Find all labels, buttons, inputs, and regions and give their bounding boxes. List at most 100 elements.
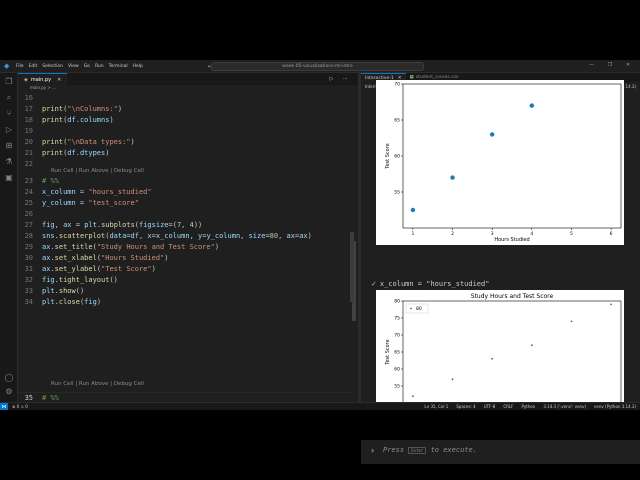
enter-key-badge: Enter	[408, 447, 427, 454]
window-controls-icon[interactable]: — ❐ ✕	[589, 62, 636, 68]
y-tick-label: 60	[394, 367, 400, 373]
source-control-icon[interactable]: ⑂	[4, 109, 14, 119]
status-item-4[interactable]: Python	[521, 404, 535, 409]
line-number: 27	[24, 221, 33, 229]
y-axis-label: Test Score	[385, 143, 391, 169]
cell-header[interactable]: ✓ x_column = "hours_studied"	[371, 280, 489, 288]
activity-bar: ❐ ⌕ ⑂ ▷ ⊞ ⚗ ▣ ◯ ⚙	[0, 73, 18, 402]
codelens-run-cell[interactable]: Run Cell | Run Above | Debug Cell	[51, 166, 144, 176]
status-item-5[interactable]: 3.14.3 ('.venv': venv)	[543, 404, 586, 409]
code-line-16[interactable]: 16	[18, 93, 348, 104]
gear-icon[interactable]: ⚙	[4, 387, 14, 397]
input-hint-after: to execute.	[430, 446, 477, 454]
editor-scrollbar[interactable]	[350, 232, 354, 302]
code-line-33[interactable]: 33 plt.show()	[18, 286, 348, 297]
code-line-25[interactable]: 25 y_column = "test_score"	[18, 198, 348, 209]
line-number: 16	[24, 94, 33, 102]
line-number: 22	[24, 160, 33, 168]
menu-help[interactable]: Help	[133, 64, 143, 69]
menu-go[interactable]: Go	[84, 64, 90, 69]
menu-terminal[interactable]: Terminal	[109, 64, 128, 69]
plot-frame	[402, 300, 622, 404]
python-file-icon: ◈	[24, 76, 28, 83]
code-text: plt.show()	[42, 287, 85, 295]
code-line-24[interactable]: 24 x_column = "hours_studied"	[18, 187, 348, 198]
code-text: ax.set_xlabel("Hours Studied")	[42, 254, 169, 262]
code-editor[interactable]: 16 17 print("\nColumns:") 18 print(df.column…	[18, 91, 358, 410]
y-tick-label: 55	[394, 190, 400, 196]
data-point	[610, 303, 612, 306]
code-line-21[interactable]: 21 print(df.dtypes)	[18, 148, 348, 159]
line-number: 19	[24, 127, 33, 135]
status-item-0[interactable]: Ln 35, Col 1	[424, 404, 448, 409]
code-line-26[interactable]: 26	[18, 209, 348, 220]
codelens-run-cell[interactable]: Run Cell | Run Above | Debug Cell	[51, 379, 144, 389]
remote-explorer-icon[interactable]: ▣	[4, 173, 14, 183]
line-number: 17	[24, 105, 33, 113]
code-text: fig.tight_layout()	[42, 276, 118, 284]
code-line-32[interactable]: 32 fig.tight_layout()	[18, 275, 348, 286]
interactive-window: Interactive-1 ✕ ▦ student_scores.csv Int…	[361, 73, 640, 410]
account-icon[interactable]: ◯	[4, 373, 14, 383]
remote-indicator-icon[interactable]: ⋈	[0, 402, 8, 410]
menu-run[interactable]: Run	[95, 64, 104, 69]
tab-label: main.py	[30, 76, 52, 83]
code-line-34[interactable]: 34 plt.close(fig)	[18, 297, 348, 308]
chevron-right-icon: ›	[371, 446, 375, 455]
status-item-6[interactable]: venv (Python 3.14.3)	[594, 404, 636, 409]
errors-icon[interactable]: ⊗ 0 ⚠ 0	[12, 404, 28, 409]
code-line-18[interactable]: 18 print(df.columns)	[18, 115, 348, 126]
title-bar: ◆ File Edit Selection View Go Run Terminal Help…	[0, 60, 640, 73]
close-icon[interactable]: ✕	[57, 77, 61, 83]
code-line-17[interactable]: 17 print("\nColumns:")	[18, 104, 348, 115]
code-line-31[interactable]: 31 ax.set_ylabel("Test Score")	[18, 264, 348, 275]
menu-view[interactable]: View	[68, 64, 79, 69]
line-number: 26	[24, 210, 33, 218]
cell-header-code: x_column = "hours_studied"	[379, 280, 490, 288]
testing-icon[interactable]: ⚗	[4, 157, 14, 167]
editor-actions-icon[interactable]: ▷ ⋯	[330, 76, 352, 82]
code-line-29[interactable]: 29 ax.set_title("Study Hours and Test Sco…	[18, 242, 348, 253]
data-point	[451, 378, 454, 381]
status-item-2[interactable]: UTF-8	[484, 404, 496, 409]
run-debug-icon[interactable]: ▷	[4, 125, 14, 135]
status-item-3[interactable]: CRLF	[503, 404, 513, 409]
command-center-search[interactable]: week-05-visualizations-ml-intro	[211, 62, 424, 71]
code-line-28[interactable]: 28 sns.scatterplot(data=df, x=x_column, y…	[18, 231, 348, 242]
code-text: plt.close(fig)	[42, 298, 102, 306]
y-tick-label: 60	[394, 154, 400, 160]
menu-selection[interactable]: Selection	[42, 64, 63, 69]
data-point	[450, 175, 455, 180]
code-line-19[interactable]: 19	[18, 126, 348, 137]
search-icon[interactable]: ⌕	[4, 93, 14, 103]
code-line-23[interactable]: 23 # %%	[18, 176, 348, 187]
code-text: sns.scatterplot(data=df, x=x_column, y=y…	[42, 232, 312, 240]
data-point	[570, 320, 573, 323]
y-tick-label: 80	[394, 299, 400, 305]
line-number: 24	[24, 188, 33, 196]
extensions-icon[interactable]: ⊞	[4, 141, 14, 151]
code-line-20[interactable]: 20 print("\nData types:")	[18, 137, 348, 148]
explorer-icon[interactable]: ❐	[4, 77, 14, 87]
menu-edit[interactable]: Edit	[29, 64, 38, 69]
code-text: x_column = "hours_studied"	[42, 188, 152, 196]
code-text: # %%	[42, 394, 59, 402]
code-text: fig, ax = plt.subplots(figsize=(7, 4))	[42, 221, 203, 229]
plot-frame	[402, 83, 622, 229]
data-point	[491, 357, 494, 360]
menu-file[interactable]: File	[16, 64, 24, 69]
y-tick-label: 65	[394, 350, 400, 356]
vscode-logo-icon: ◆	[4, 61, 10, 70]
check-icon: ✓	[371, 280, 377, 288]
code-text: ax.set_ylabel("Test Score")	[42, 265, 156, 273]
code-line-30[interactable]: 30 ax.set_xlabel("Hours Studied")	[18, 253, 348, 264]
editor-group: ◈ main.py ✕ ▷ ⋯ main.py > ... 16 17 print(…	[18, 73, 358, 410]
interactive-input[interactable]: › Press Enter to execute.	[361, 440, 640, 464]
status-item-1[interactable]: Spaces: 4	[456, 404, 475, 409]
chart-title: Study Hours and Test Score	[471, 293, 554, 300]
code-line-27[interactable]: 27 fig, ax = plt.subplots(figsize=(7, 4))	[18, 220, 348, 231]
line-number: 21	[24, 149, 33, 157]
code-text: y_column = "test_score"	[42, 199, 139, 207]
tab-main-py[interactable]: ◈ main.py ✕	[18, 73, 68, 85]
line-number: 30	[24, 254, 33, 262]
